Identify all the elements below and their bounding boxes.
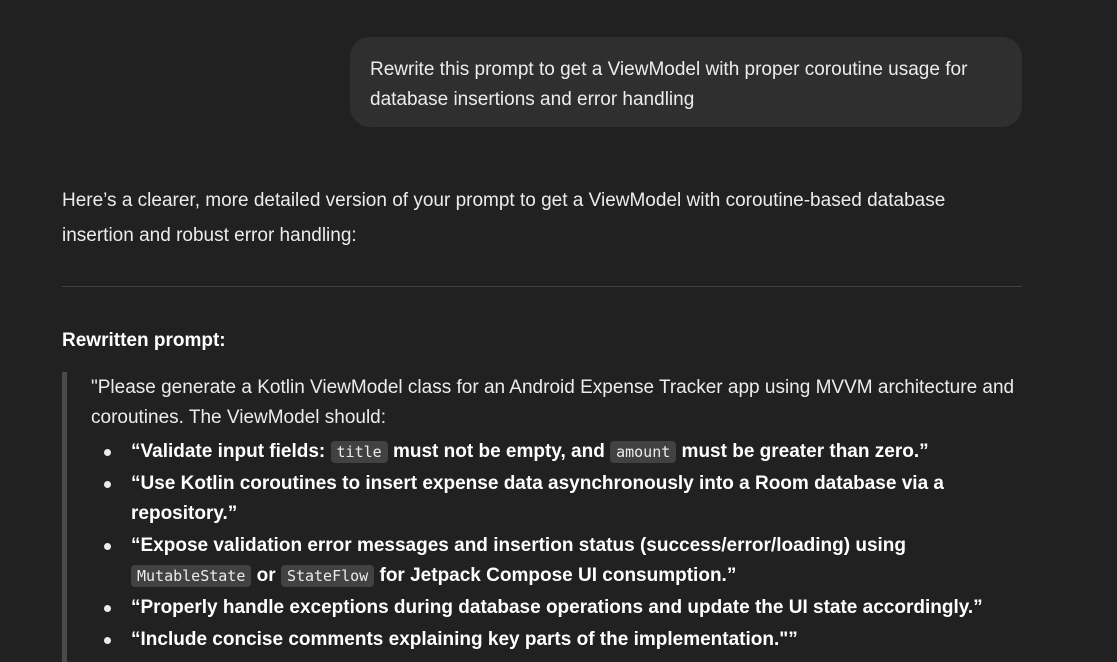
bullet-icon	[104, 449, 111, 456]
inline-code-title: title	[330, 441, 388, 463]
list-item: “Properly handle exceptions during datab…	[104, 593, 1022, 623]
bullet-icon	[104, 605, 111, 612]
list-item: “Expose validation error messages and in…	[104, 531, 1022, 591]
user-message-bubble: Rewrite this prompt to get a ViewModel w…	[350, 37, 1022, 127]
list-item-text: must be greater than zero.”	[676, 441, 929, 462]
section-divider	[62, 286, 1022, 287]
inline-code-stateflow: StateFlow	[280, 565, 375, 587]
inline-code-amount: amount	[610, 441, 677, 463]
quote-intro-text: "Please generate a Kotlin ViewModel clas…	[91, 377, 1015, 428]
list-item-text: “Include concise comments explaining key…	[131, 629, 798, 650]
list-item-text: must not be empty, and	[387, 441, 611, 462]
inline-code-mutablestate: MutableState	[131, 565, 252, 587]
assistant-intro-text: Here’s a clearer, more detailed version …	[62, 190, 946, 246]
list-item: “Validate input fields: title must not b…	[104, 437, 1022, 467]
list-item-text: or	[251, 565, 281, 586]
requirements-list: “Validate input fields: title must not b…	[91, 437, 1022, 655]
bullet-icon	[104, 543, 111, 550]
list-item-text: “Validate input fields:	[131, 441, 331, 462]
list-item-text: for Jetpack Compose UI consumption.”	[374, 565, 737, 586]
list-item-text: “Use Kotlin coroutines to insert expense…	[131, 473, 944, 524]
list-item: “Use Kotlin coroutines to insert expense…	[104, 469, 1022, 529]
rewritten-prompt-blockquote: "Please generate a Kotlin ViewModel clas…	[62, 372, 1022, 662]
bullet-icon	[104, 637, 111, 644]
user-message-text: Rewrite this prompt to get a ViewModel w…	[370, 59, 968, 110]
rewritten-prompt-heading: Rewritten prompt:	[62, 330, 226, 351]
list-item-text: “Properly handle exceptions during datab…	[131, 597, 983, 618]
bullet-icon	[104, 481, 111, 488]
list-item-text: “Expose validation error messages and in…	[131, 535, 907, 556]
